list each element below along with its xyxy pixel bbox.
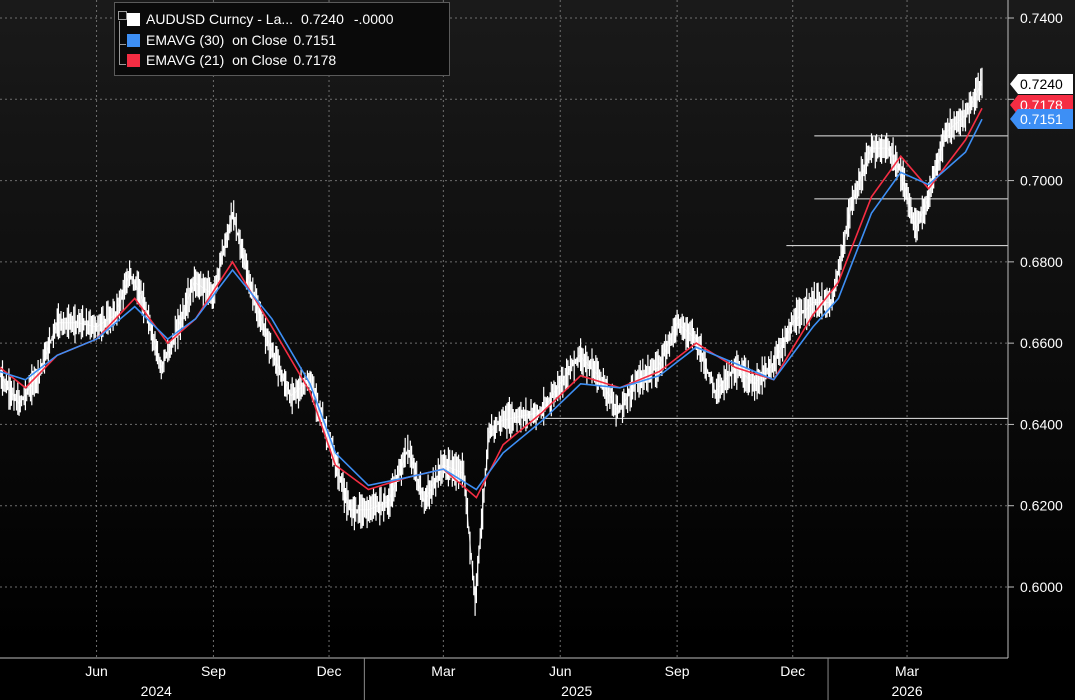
legend-item-ema21[interactable]: EMAVG (21) on Close 0.7178 (127, 51, 336, 69)
x-year-label: 2024 (141, 683, 172, 699)
legend-value: 0.7240 (301, 11, 344, 27)
value-tag: 0.7240 (1010, 74, 1073, 94)
x-tick-label: Sep (201, 663, 226, 679)
x-tick-label: Jun (85, 663, 108, 679)
axes: Jun Sep Dec Mar Jun Sep Dec Mar 0.6000 0.6200 0.64… (0, 0, 1063, 700)
x-tick-label: Jun (549, 663, 572, 679)
x-tick-label: Sep (665, 663, 690, 679)
value-tag-label: 0.7151 (1020, 111, 1063, 127)
legend-change: -.0000 (353, 11, 394, 27)
x-tick-label: Mar (895, 663, 919, 679)
legend-tree-connector (119, 44, 126, 65)
x-tick-label: Mar (431, 663, 455, 679)
price-series-line (0, 82, 983, 600)
y-tick-label: 0.6600 (1020, 335, 1063, 351)
price-series-layer (0, 67, 983, 616)
y-tick-label: 0.7000 (1020, 173, 1063, 189)
ema-series-layer (0, 107, 983, 499)
x-year-label: 2026 (891, 683, 922, 699)
chart-container: Jun Sep Dec Mar Jun Sep Dec Mar 0.6000 0.6200 0.64… (0, 0, 1075, 700)
value-tags: 0.72400.71780.7151 (1010, 74, 1073, 129)
legend-value: 0.7151 (293, 32, 337, 48)
y-tick-label: 0.6200 (1020, 498, 1063, 514)
legend-tree-connector (119, 21, 126, 45)
legend-swatch-ema30 (127, 33, 140, 47)
legend-label: EMAVG (30) on Close (146, 32, 288, 48)
price-chart[interactable]: Jun Sep Dec Mar Jun Sep Dec Mar 0.6000 0.6200 0.64… (0, 0, 1075, 700)
y-tick-label: 0.6000 (1020, 579, 1063, 595)
y-tick-label: 0.7400 (1020, 10, 1063, 26)
legend-swatch-ema21 (127, 53, 140, 67)
value-tag: 0.7151 (1010, 109, 1073, 129)
x-tick-label: Dec (780, 663, 805, 679)
legend-item-ema30[interactable]: EMAVG (30) on Close 0.7151 (127, 31, 336, 49)
value-tag-label: 0.7240 (1020, 76, 1063, 92)
x-year-label: 2025 (561, 683, 592, 699)
y-tick-label: 0.6400 (1020, 416, 1063, 432)
y-tick-label: 0.6800 (1020, 254, 1063, 270)
legend-value: 0.7178 (293, 52, 337, 68)
legend-label: EMAVG (21) on Close (146, 52, 288, 68)
x-tick-label: Dec (317, 663, 342, 679)
legend-collapse-checkbox[interactable] (118, 11, 127, 20)
legend[interactable]: AUDUSD Curncy - La... 0.7240 -.0000 EMAV… (114, 2, 450, 76)
legend-label: AUDUSD Curncy - La... (146, 11, 294, 27)
legend-swatch-audusd (127, 12, 140, 26)
price-series-bars (0, 67, 983, 616)
legend-item-audusd[interactable]: AUDUSD Curncy - La... 0.7240 -.0000 (127, 10, 394, 28)
